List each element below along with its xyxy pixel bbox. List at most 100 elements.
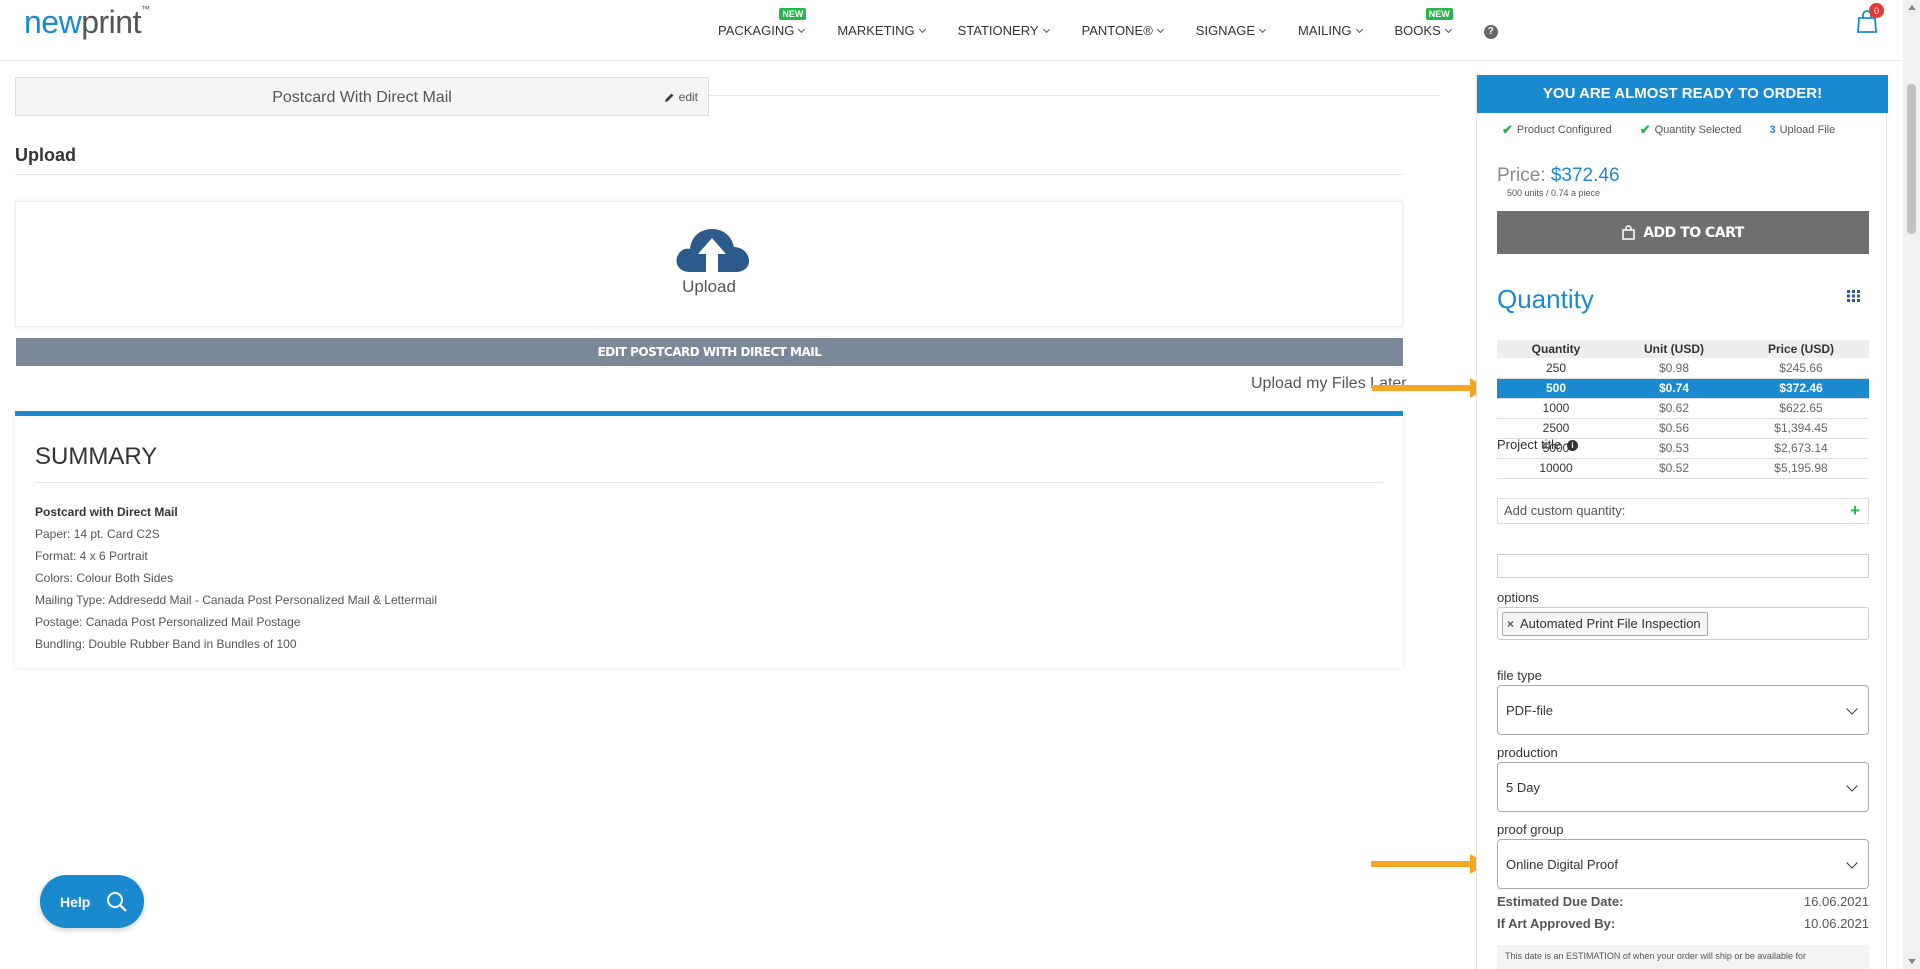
order-sidebar: YOU ARE ALMOST READY TO ORDER! ✔ Product… [1476,75,1888,969]
cell-unit: $0.74 [1615,378,1733,399]
scroll-up-arrow-icon[interactable] [1908,5,1916,10]
column-header-unit: Unit (USD) [1615,340,1733,358]
search-icon [107,891,128,912]
estimated-due-label: Estimated Due Date: [1497,894,1624,909]
summary-line-postage: Postage: Canada Post Personalized Mail P… [35,615,301,629]
nav-label: MAILING [1298,22,1352,38]
estimated-due-row: Estimated Due Date: 16.06.2021 [1497,894,1869,909]
nav-item-books[interactable]: NEW BOOKS [1394,7,1453,38]
custom-quantity-input[interactable]: Add custom quantity: + [1497,498,1869,524]
edit-product-link[interactable]: edit [664,90,698,104]
step-label: Product Configured [1516,124,1612,136]
step-label: Upload File [1779,124,1836,136]
chevron-down-icon [1846,703,1858,715]
nav-label: BOOKS [1394,22,1441,38]
chevron-down-icon [1355,25,1363,33]
cell-quantity: 10000 [1497,458,1615,479]
table-row[interactable]: 2500 $0.56 $1,394.45 [1497,418,1869,439]
annotation-arrow-quantity [1372,378,1488,398]
proof-group-label: proof group [1497,822,1564,837]
nav-label: STATIONERY [957,22,1039,38]
price-value: $372.46 [1550,165,1620,186]
upload-label: Upload [682,277,736,296]
nav-item-signage[interactable]: SIGNAGE [1195,22,1267,38]
price-per-unit: 500 units / 0.74 a piece [1507,188,1601,198]
add-to-cart-button[interactable]: ADD TO CART [1497,211,1869,254]
cell-quantity: 500 [1497,378,1615,399]
plus-icon[interactable]: + [1850,499,1860,523]
step-upload-file: 3 Upload File [1769,122,1835,138]
cell-price: $245.66 [1733,358,1869,379]
cell-unit: $0.56 [1615,418,1733,439]
check-icon: ✔ [1502,122,1513,137]
proof-group-select[interactable]: Online Digital Proof [1497,839,1869,889]
project-title-label: Project title i [1497,437,1578,452]
nav-label: PANTONE® [1081,22,1153,38]
nav-label: MARKETING [837,22,915,38]
chevron-down-icon [798,25,806,33]
cart-count-badge: 0 [1869,3,1884,18]
quantity-heading: Quantity [1497,284,1594,314]
custom-quantity-placeholder: Add custom quantity: [1504,503,1626,518]
page-scrollbar[interactable] [1903,0,1920,969]
step-label: Quantity Selected [1654,124,1742,136]
production-select[interactable]: 5 Day [1497,762,1869,812]
art-approved-row: If Art Approved By: 10.06.2021 [1497,916,1869,931]
table-row[interactable]: 250 $0.98 $245.66 [1497,358,1869,379]
project-title-input[interactable] [1497,554,1869,578]
info-icon[interactable]: i [1566,440,1578,452]
help-button[interactable]: Help [40,875,144,928]
production-label: production [1497,745,1558,760]
main-nav: NEW PACKAGING MARKETING STATIONERY PANTO… [718,7,1531,39]
price-label: Price: [1497,165,1546,186]
pencil-icon [664,93,674,102]
options-multiselect[interactable]: × Automated Print File Inspection [1497,607,1869,640]
table-row-selected[interactable]: 500 $0.74 $372.46 [1497,378,1869,399]
summary-line-bundling: Bundling: Double Rubber Band in Bundles … [35,637,297,651]
cell-price: $2,673.14 [1733,438,1869,459]
options-label: options [1497,590,1539,605]
remove-tag-icon[interactable]: × [1507,613,1514,635]
nav-help[interactable]: ? [1483,22,1498,39]
cell-price: $1,394.45 [1733,418,1869,439]
cell-quantity: 2500 [1497,418,1615,439]
nav-item-marketing[interactable]: MARKETING [837,22,926,38]
file-type-label: file type [1497,668,1542,683]
nav-item-mailing[interactable]: MAILING [1298,22,1363,38]
upload-heading: Upload [15,145,76,165]
product-title: Postcard With Direct Mail [272,89,452,106]
progress-steps: ✔ Product Configured ✔ Quantity Selected… [1502,122,1882,138]
scroll-thumb[interactable] [1907,84,1916,234]
nav-item-packaging[interactable]: NEW PACKAGING [718,7,807,38]
summary-line-format: Format: 4 x 6 Portrait [35,549,148,563]
step-quantity-selected: ✔ Quantity Selected [1640,122,1742,138]
question-icon: ? [1483,24,1498,39]
cell-price: $5,195.98 [1733,458,1869,479]
cell-price: $372.46 [1733,378,1869,399]
proof-group-value: Online Digital Proof [1506,857,1618,872]
chevron-down-icon [1258,25,1267,33]
production-value: 5 Day [1506,780,1540,795]
file-type-value: PDF-file [1506,703,1553,718]
file-type-select[interactable]: PDF-file [1497,685,1869,735]
cell-quantity: 250 [1497,358,1615,379]
table-row[interactable]: 1000 $0.62 $622.65 [1497,398,1869,419]
logo[interactable]: newprint™ [24,4,150,41]
new-badge: NEW [1425,7,1453,20]
price: Price: $372.46 [1497,165,1620,187]
cloud-upload-icon [676,229,749,272]
nav-item-stationery[interactable]: STATIONERY [957,22,1050,38]
scroll-down-arrow-icon[interactable] [1908,959,1916,964]
chevron-down-icon [1156,25,1164,33]
chevron-down-icon [918,25,926,33]
edit-design-button[interactable]: EDIT POSTCARD WITH DIRECT MAIL [16,338,1403,366]
estimated-due-value: 16.06.2021 [1803,894,1869,909]
nav-item-pantone[interactable]: PANTONE® [1081,22,1164,38]
nav-label: SIGNAGE [1195,22,1256,38]
cell-unit: $0.52 [1615,458,1733,479]
help-label: Help [60,893,91,910]
summary-line-mailing-type: Mailing Type: Addresedd Mail - Canada Po… [35,593,437,607]
table-row[interactable]: 10000 $0.52 $5,195.98 [1497,458,1869,479]
grid-icon[interactable] [1847,290,1860,302]
upload-dropzone[interactable]: Upload [15,201,1403,327]
